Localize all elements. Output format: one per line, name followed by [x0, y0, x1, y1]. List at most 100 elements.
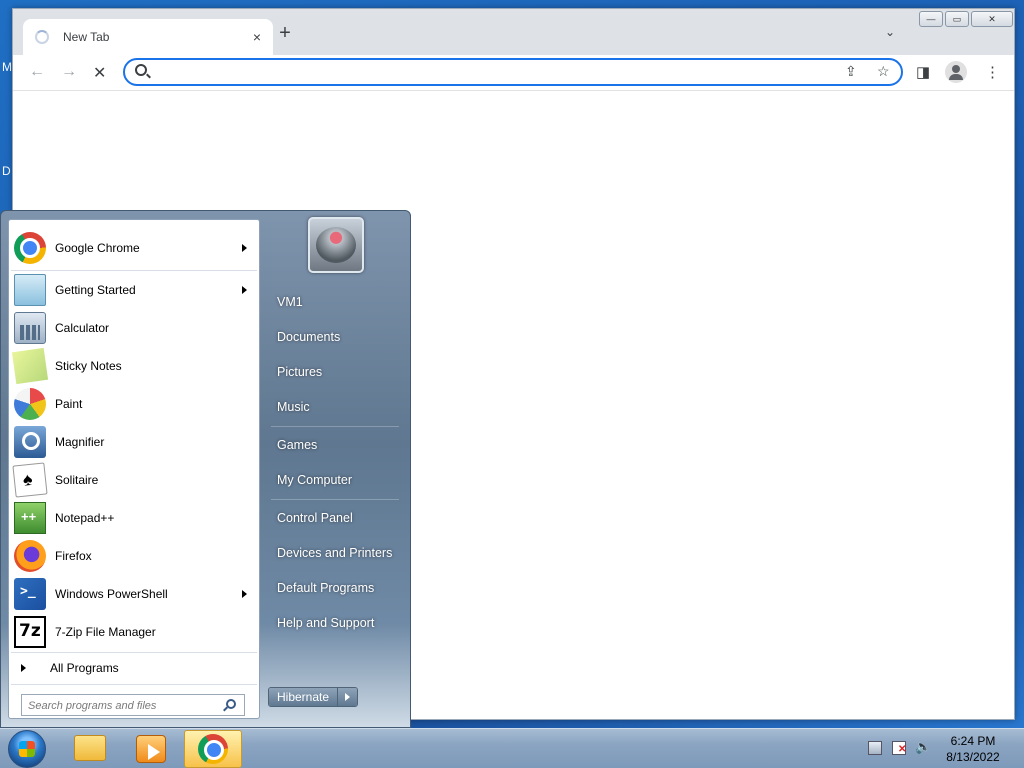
desktop-icon-label: M — [2, 60, 12, 74]
right-item-pictures[interactable]: Pictures — [269, 357, 405, 387]
program-paint[interactable]: Paint — [11, 386, 257, 422]
user-picture-avatar[interactable] — [308, 217, 364, 273]
program-label: 7-Zip File Manager — [55, 625, 156, 639]
right-item-control-panel[interactable]: Control Panel — [269, 503, 405, 533]
profile-avatar-icon[interactable] — [945, 61, 967, 83]
program-label: Firefox — [55, 549, 92, 563]
program-label: Windows PowerShell — [55, 587, 168, 601]
search-input[interactable] — [28, 698, 218, 713]
program-label: Solitaire — [55, 473, 99, 487]
bookmark-star-icon[interactable]: ☆ — [877, 63, 890, 80]
program-google-chrome[interactable]: Google Chrome — [11, 230, 257, 266]
program-7-zip[interactable]: 7-Zip File Manager — [11, 614, 257, 650]
search-icon — [135, 64, 147, 76]
program-calculator[interactable]: Calculator — [11, 310, 257, 346]
share-icon[interactable]: ⇪ — [845, 63, 857, 80]
tab-new-tab[interactable]: New Tab × — [23, 19, 273, 55]
desktop-icon-label: D — [2, 164, 11, 178]
back-icon[interactable]: ← — [29, 63, 45, 81]
browser-toolbar: ← → ✕ ⇪ ☆ ◨ ⋮ — [13, 55, 1014, 91]
divider — [11, 652, 257, 653]
seven-zip-icon — [14, 616, 46, 648]
right-item-default-programs[interactable]: Default Programs — [269, 573, 405, 603]
program-label: Magnifier — [55, 435, 105, 449]
start-button-windows-icon[interactable] — [8, 730, 46, 768]
volume-icon[interactable]: 🔈 — [915, 739, 931, 755]
all-programs-button[interactable]: All Programs — [11, 654, 257, 682]
submenu-arrow-icon — [242, 590, 247, 598]
right-item-vm1[interactable]: VM1 — [269, 287, 405, 317]
media-player-icon — [136, 735, 166, 763]
start-menu-programs-pane: Google Chrome Getting Started Calculator… — [8, 219, 260, 719]
program-notepad-plus-plus[interactable]: Notepad++ — [11, 500, 257, 536]
all-programs-arrow-icon — [21, 664, 26, 672]
new-tab-button[interactable]: + — [275, 23, 295, 43]
tab-search-icon[interactable]: ⌄ — [885, 25, 895, 39]
submenu-arrow-icon — [242, 286, 247, 294]
divider — [271, 499, 399, 500]
divider — [271, 426, 399, 427]
shutdown-options-arrow-icon[interactable] — [337, 688, 357, 706]
program-sticky-notes[interactable]: Sticky Notes — [11, 347, 257, 385]
program-getting-started[interactable]: Getting Started — [11, 272, 257, 308]
program-label: Getting Started — [55, 283, 136, 297]
clock-date: 8/13/2022 — [946, 750, 1000, 764]
hibernate-button[interactable]: Hibernate — [269, 688, 337, 706]
powershell-icon — [14, 578, 46, 610]
stop-loading-icon[interactable]: ✕ — [93, 63, 106, 83]
window-controls: — ▭ ✕ — [917, 11, 1013, 27]
right-item-games[interactable]: Games — [269, 430, 405, 460]
taskbar-clock[interactable]: 6:24 PM 8/13/2022 — [940, 733, 1006, 765]
taskbar-chrome-button[interactable] — [184, 730, 242, 768]
folder-icon — [74, 735, 106, 761]
search-icon[interactable] — [226, 699, 236, 709]
start-menu: Google Chrome Getting Started Calculator… — [0, 210, 411, 728]
shutdown-control: Hibernate — [268, 687, 358, 707]
program-label: Calculator — [55, 321, 110, 335]
taskbar-explorer-button[interactable] — [62, 730, 120, 768]
action-center-flag-icon[interactable]: ✕ — [892, 741, 906, 755]
tab-strip: New Tab × + ⌄ — ▭ ✕ — [13, 9, 1014, 55]
program-label: Notepad++ — [55, 511, 115, 525]
program-magnifier[interactable]: Magnifier — [11, 424, 257, 460]
loading-spinner-icon — [35, 30, 49, 44]
forward-icon[interactable]: → — [61, 63, 77, 81]
address-input[interactable] — [157, 63, 837, 81]
magnifier-icon — [14, 426, 46, 458]
program-label: Google Chrome — [55, 241, 140, 255]
minimize-button[interactable]: — — [919, 11, 943, 27]
chrome-icon — [198, 734, 228, 764]
program-solitaire[interactable]: Solitaire — [11, 462, 257, 498]
calculator-icon — [14, 312, 46, 344]
right-item-music[interactable]: Music — [269, 392, 405, 422]
network-icon[interactable] — [868, 741, 882, 755]
side-panel-icon[interactable]: ◨ — [916, 63, 930, 81]
paint-icon — [14, 388, 46, 420]
solitaire-icon — [12, 462, 48, 498]
right-item-documents[interactable]: Documents — [269, 322, 405, 352]
firefox-icon — [14, 540, 46, 572]
tab-title: New Tab — [63, 30, 110, 44]
getting-started-icon — [14, 274, 46, 306]
right-item-my-computer[interactable]: My Computer — [269, 465, 405, 495]
address-bar[interactable]: ⇪ ☆ — [123, 58, 903, 86]
program-firefox[interactable]: Firefox — [11, 538, 257, 574]
maximize-button[interactable]: ▭ — [945, 11, 969, 27]
chrome-icon — [14, 232, 46, 264]
sticky-notes-icon — [11, 347, 49, 385]
menu-icon[interactable]: ⋮ — [985, 63, 1000, 81]
program-windows-powershell[interactable]: Windows PowerShell — [11, 576, 257, 612]
program-label: Paint — [55, 397, 83, 411]
right-item-help-and-support[interactable]: Help and Support — [269, 608, 405, 638]
submenu-arrow-icon — [242, 244, 247, 252]
tab-close-icon[interactable]: × — [253, 29, 261, 45]
clock-time: 6:24 PM — [950, 734, 996, 748]
taskbar-media-player-button[interactable] — [122, 730, 180, 768]
divider — [11, 270, 257, 271]
close-window-button[interactable]: ✕ — [971, 11, 1013, 27]
all-programs-label: All Programs — [50, 661, 119, 675]
start-search-box[interactable] — [21, 694, 245, 716]
program-label: Sticky Notes — [55, 359, 122, 373]
divider — [11, 684, 257, 685]
right-item-devices-and-printers[interactable]: Devices and Printers — [269, 538, 405, 568]
